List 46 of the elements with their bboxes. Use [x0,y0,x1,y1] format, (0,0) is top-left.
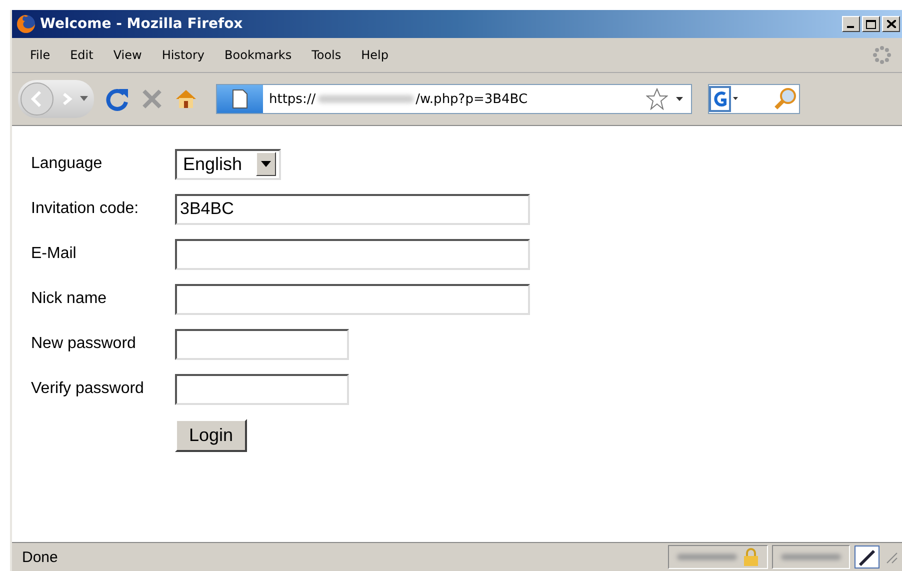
text-field[interactable]: 3B4BC [175,194,530,224]
status-text: Done [21,548,59,566]
reload-icon[interactable] [104,86,130,112]
field-label: Nick name [31,290,108,308]
home-icon[interactable] [174,87,198,111]
field-label: New password [31,335,137,353]
menu-item[interactable]: Tools [302,46,352,64]
menu-item[interactable]: History [152,46,215,64]
language-dropdown[interactable]: English [175,148,282,180]
password-field[interactable] [175,374,349,404]
field-label: E-Mail [31,245,78,263]
field-label: Verify password [31,380,145,398]
star-icon[interactable] [646,88,668,110]
firefox-logo-icon [16,14,36,34]
dropdown-arrow-icon [261,161,272,167]
blurred-host [677,554,737,560]
page-icon [232,89,248,109]
menu-item[interactable]: Help [351,46,398,64]
maximize-icon [866,20,876,28]
url-text: https:// [268,92,316,106]
padlock-icon [743,547,759,567]
url-text: /w.php?p=3B4BC [416,92,528,106]
close-icon [886,20,896,28]
field-label: Invitation code: [31,200,140,218]
text-field[interactable] [175,284,530,314]
menu-item[interactable]: Edit [60,46,104,64]
blurred-text [781,554,841,560]
close-button[interactable] [882,16,900,32]
menu-item[interactable]: View [103,46,152,64]
minimize-button[interactable] [842,16,860,32]
password-field[interactable] [175,328,349,360]
field-label: Language [31,155,104,173]
search-field[interactable] [708,84,800,114]
login-button[interactable]: Login [175,419,248,452]
search-icon[interactable] [773,87,799,111]
menu-item[interactable]: Bookmarks [214,46,302,64]
window-title: Welcome - Mozilla Firefox [40,16,244,32]
edit-icon[interactable] [854,545,880,569]
caret-icon[interactable] [676,96,683,102]
text-field[interactable] [175,238,530,270]
throbber-icon [872,45,892,65]
search-engine-icon[interactable] [709,86,739,112]
maximize-button[interactable] [862,16,880,32]
address-bar[interactable]: https:// /w.php?p=3B4BC [216,84,692,114]
menu-item[interactable]: File [20,46,60,64]
resize-grip-icon[interactable] [884,550,898,564]
